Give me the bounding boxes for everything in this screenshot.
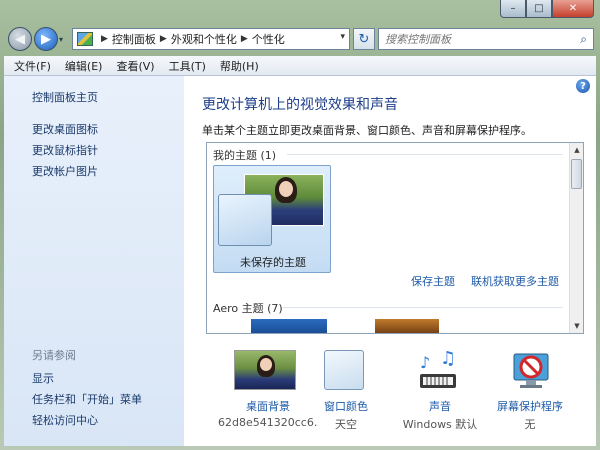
sounds-label[interactable]: 声音 (390, 398, 490, 414)
svg-text:♪: ♪ (420, 353, 430, 372)
address-bar[interactable]: ▶ 控制面板 ▶ 外观和个性化 ▶ 个性化 ▾ (72, 28, 350, 50)
sidebar-item-control-panel-home[interactable]: 控制面板主页 (32, 89, 98, 105)
sounds-icon: ♪ ♫ (420, 350, 456, 388)
scroll-down-icon[interactable]: ▼ (570, 319, 583, 333)
content-area: 控制面板主页 更改桌面图标 更改鼠标指针 更改帐户图片 另请参阅 显示 任务栏和… (4, 76, 596, 446)
svg-text:♫: ♫ (440, 350, 456, 369)
caption-buttons: – □ ✕ (500, 0, 594, 18)
sidebar-item-mouse-pointers[interactable]: 更改鼠标指针 (32, 142, 98, 158)
menu-bar: 文件(F) 编辑(E) 查看(V) 工具(T) 帮助(H) (4, 56, 596, 76)
back-button[interactable]: ◀ (8, 27, 32, 51)
menu-tools[interactable]: 工具(T) (169, 58, 206, 74)
breadcrumb-personalization[interactable]: 个性化 (252, 31, 285, 47)
menu-view[interactable]: 查看(V) (116, 58, 154, 74)
theme-glass-color-swatch (218, 194, 272, 246)
my-themes-group-label: 我的主题 (1) (213, 149, 277, 162)
sounds-value: Windows 默认 (402, 418, 478, 431)
page-title: 更改计算机上的视觉效果和声音 (202, 97, 398, 113)
aero-theme-thumbnail[interactable] (251, 319, 327, 333)
themes-scrollbar[interactable]: ▲ ▼ (569, 143, 583, 333)
scroll-thumb[interactable] (571, 159, 582, 189)
sidebar-item-ease-of-access[interactable]: 轻松访问中心 (32, 412, 98, 428)
recent-pages-dropdown[interactable]: ▾ (59, 35, 69, 44)
see-also-heading: 另请参阅 (32, 349, 76, 362)
navigation-bar: ◀ ▶ ▾ ▶ 控制面板 ▶ 外观和个性化 ▶ 个性化 ▾ ↻ ⌕ (0, 24, 600, 54)
address-dropdown-icon[interactable]: ▾ (340, 32, 345, 42)
maximize-button[interactable]: □ (526, 0, 552, 18)
minimize-button[interactable]: – (500, 0, 526, 18)
theme-card-unsaved[interactable]: 未保存的主题 (213, 165, 331, 273)
aero-theme-thumbnail[interactable] (375, 319, 439, 333)
refresh-button[interactable]: ↻ (353, 28, 375, 50)
desktop-background-thumbnail (234, 350, 296, 390)
aero-themes-group-label: Aero 主题 (7) (213, 302, 283, 315)
sidebar-item-display[interactable]: 显示 (32, 370, 54, 386)
menu-help[interactable]: 帮助(H) (220, 58, 259, 74)
save-theme-link[interactable]: 保存主题 (411, 273, 455, 289)
menu-file[interactable]: 文件(F) (14, 58, 51, 74)
breadcrumb-appearance[interactable]: 外观和个性化 (171, 31, 237, 47)
forward-button[interactable]: ▶ (34, 27, 58, 51)
search-box[interactable]: ⌕ (378, 28, 594, 50)
close-button[interactable]: ✕ (552, 0, 594, 18)
breadcrumb-separator-icon[interactable]: ▶ (101, 34, 108, 44)
breadcrumb-separator-icon[interactable]: ▶ (241, 34, 248, 44)
breadcrumb-control-panel[interactable]: 控制面板 (112, 31, 156, 47)
search-icon[interactable]: ⌕ (580, 32, 587, 47)
group-divider (287, 154, 563, 155)
sidebar-item-account-picture[interactable]: 更改帐户图片 (32, 163, 98, 179)
screen-saver-icon (513, 353, 549, 388)
screen-saver-value: 无 (524, 418, 536, 431)
window-color-swatch (324, 350, 364, 390)
scroll-up-icon[interactable]: ▲ (570, 143, 583, 157)
photo-face-shape (260, 358, 272, 371)
sidebar: 控制面板主页 更改桌面图标 更改鼠标指针 更改帐户图片 另请参阅 显示 任务栏和… (4, 76, 184, 446)
sidebar-item-taskbar-start[interactable]: 任务栏和「开始」菜单 (32, 391, 142, 407)
themes-list[interactable]: 我的主题 (1) 未保存的主题 保存主题 联机获取更多主题 Aero 主题 (7… (206, 142, 584, 334)
help-icon[interactable]: ? (576, 79, 590, 93)
group-divider (283, 307, 563, 308)
screen-saver-label[interactable]: 屏幕保护程序 (480, 398, 580, 414)
theme-name: 未保存的主题 (240, 256, 306, 269)
get-more-themes-link[interactable]: 联机获取更多主题 (471, 273, 559, 289)
menu-edit[interactable]: 编辑(E) (65, 58, 103, 74)
photo-face-shape (279, 181, 293, 197)
search-input[interactable] (385, 32, 555, 46)
breadcrumb-separator-icon[interactable]: ▶ (160, 34, 167, 44)
page-description: 单击某个主题立即更改桌面背景、窗口颜色、声音和屏幕保护程序。 (202, 124, 532, 137)
window-color-value: 天空 (335, 418, 357, 431)
sidebar-item-desktop-icons[interactable]: 更改桌面图标 (32, 121, 98, 137)
window-color-label[interactable]: 窗口颜色 (296, 398, 396, 414)
control-panel-icon (77, 32, 93, 46)
